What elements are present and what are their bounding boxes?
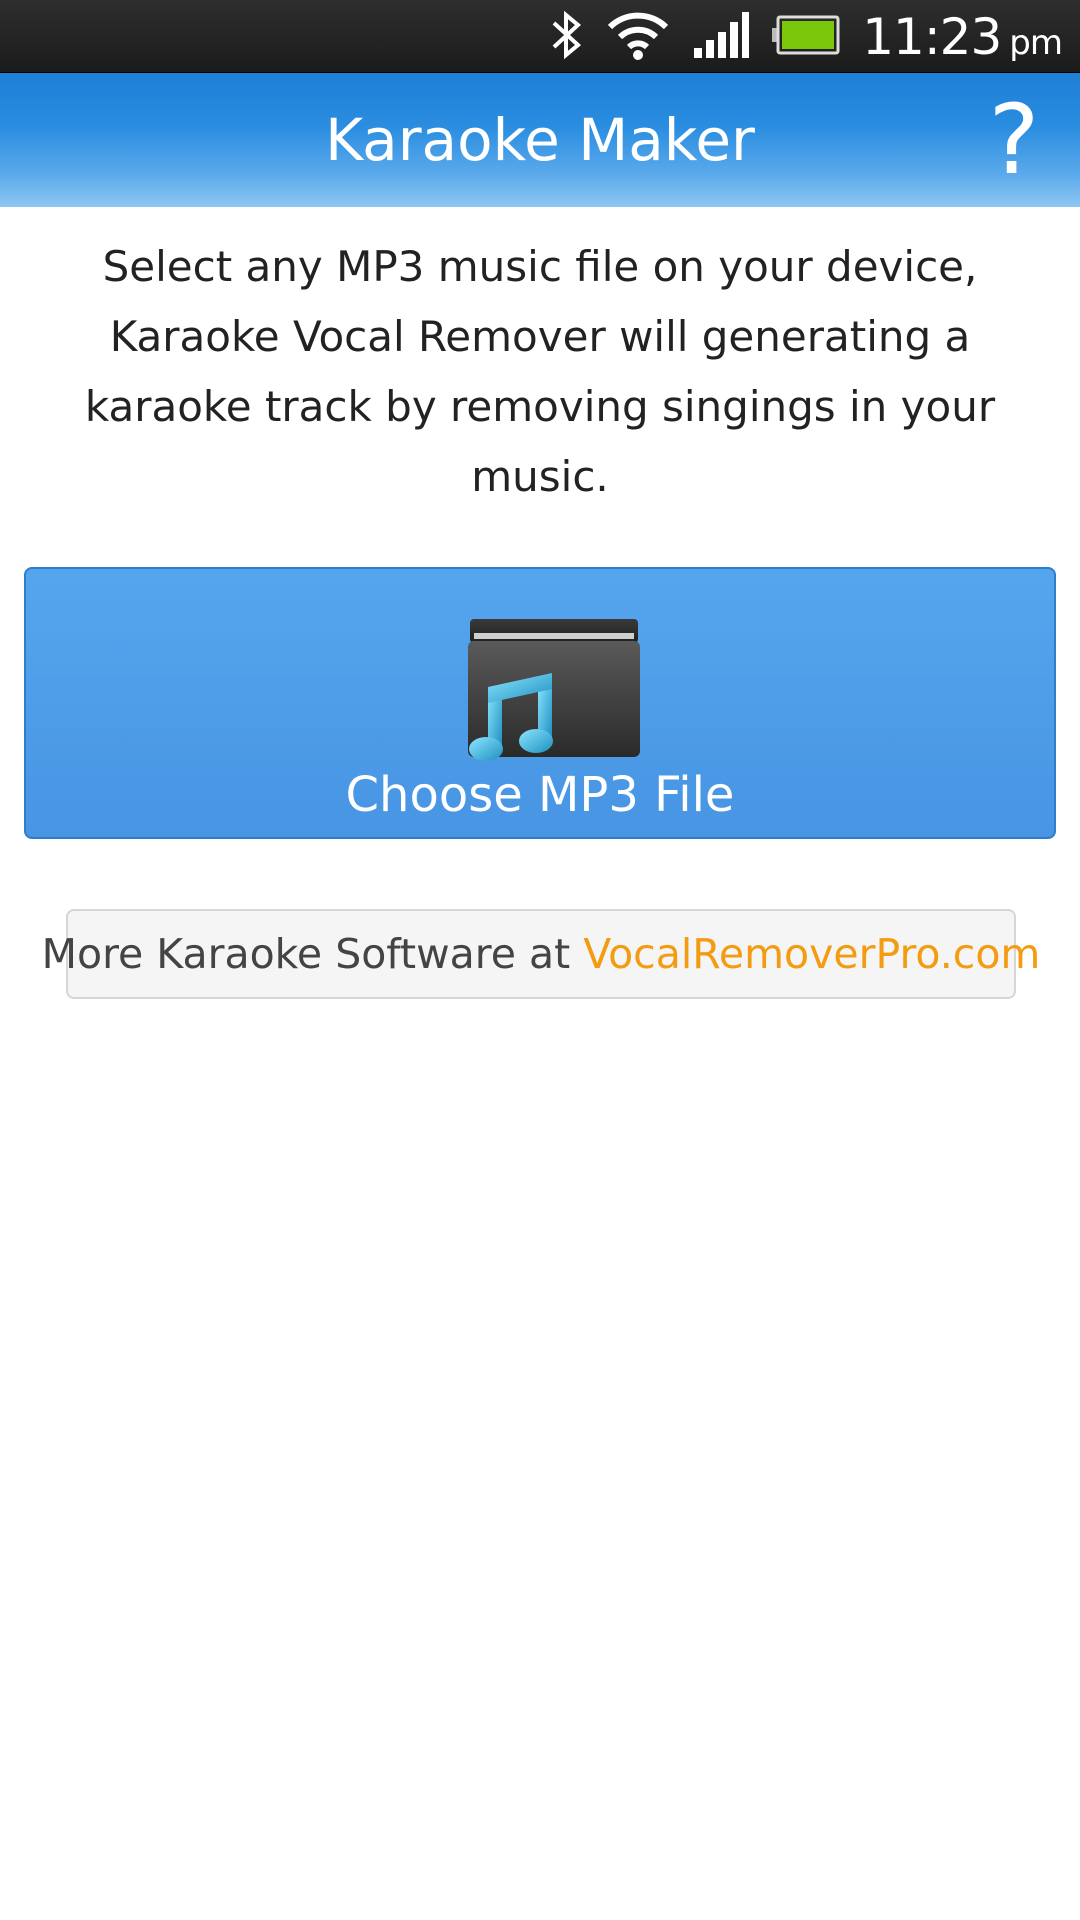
clock-ampm: pm — [1009, 22, 1063, 63]
battery-icon — [772, 15, 840, 59]
clock-time: 11:23 — [862, 7, 1002, 66]
help-button[interactable]: ? — [974, 85, 1054, 195]
status-bar: 11:23 pm — [0, 0, 1080, 73]
description-text: Select any MP3 music file on your device… — [84, 242, 996, 501]
more-software-link[interactable]: More Karaoke Software at VocalRemoverPro… — [42, 909, 1040, 999]
wifi-icon — [606, 9, 670, 65]
more-link-site[interactable]: VocalRemoverPro.com — [583, 930, 1040, 978]
signal-icon — [692, 10, 750, 64]
app-title: Karaoke Maker — [325, 106, 755, 174]
status-icons: 11:23 pm — [528, 0, 1063, 73]
more-link-prefix: More Karaoke Software at — [41, 930, 584, 978]
choose-mp3-label: Choose MP3 File — [345, 767, 735, 823]
status-clock: 11:23 pm — [862, 7, 1063, 66]
choose-mp3-button[interactable]: Choose MP3 File — [24, 567, 1056, 839]
action-bar: Karaoke Maker ? — [0, 73, 1080, 207]
music-folder-icon — [466, 617, 642, 767]
bluetooth-icon — [550, 9, 584, 65]
